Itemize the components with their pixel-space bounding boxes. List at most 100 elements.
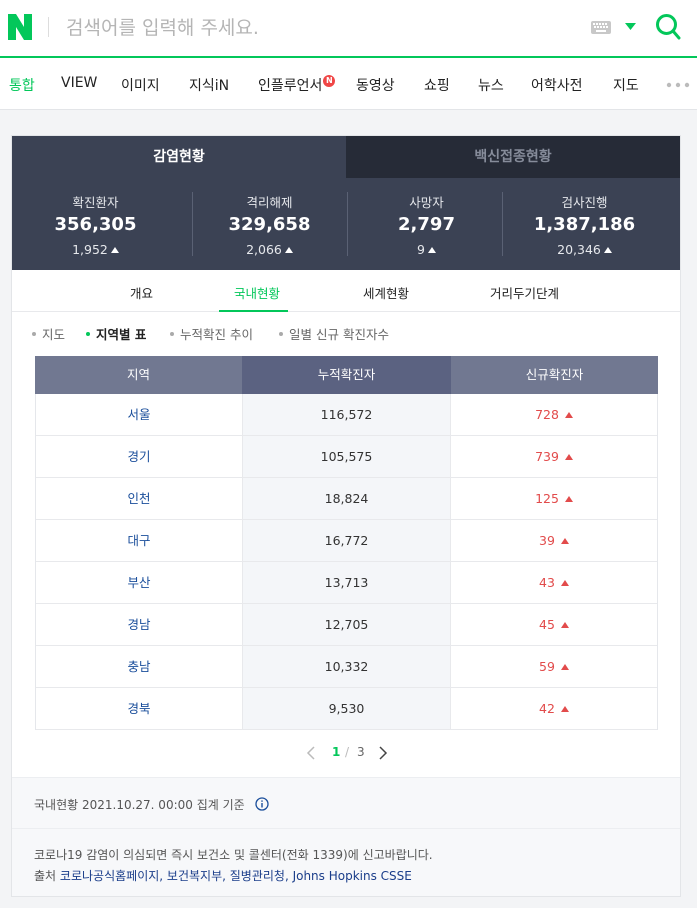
tab-vaccination-status[interactable]: 백신접종현황 <box>346 136 680 178</box>
filter-label: 일별 신규 확진자수 <box>289 327 389 342</box>
stat-change-value: 1,952 <box>72 242 108 257</box>
stat-value: 329,658 <box>228 214 311 235</box>
stat-value: 1,387,186 <box>533 214 636 235</box>
up-arrow-icon <box>110 247 119 253</box>
cumulative-cell: 12,705 <box>242 604 451 645</box>
up-arrow-icon <box>564 496 573 502</box>
tab-shopping[interactable]: 쇼핑 <box>424 75 450 95</box>
tab-influencer[interactable]: 인플루언서 N <box>258 75 336 95</box>
new-cases-value: 739 <box>535 449 559 464</box>
stat-label: 격리해제 <box>246 195 293 210</box>
region-cell[interactable]: 경기 <box>36 436 242 477</box>
tab-all[interactable]: 통합 <box>9 75 35 95</box>
new-cases-value: 125 <box>535 491 559 506</box>
chevron-right-icon[interactable] <box>378 746 388 760</box>
up-arrow-icon <box>560 580 569 586</box>
cumulative-cell: 18,824 <box>242 478 451 519</box>
up-arrow-icon <box>564 412 573 418</box>
more-icon[interactable] <box>666 82 690 88</box>
new-cases-value: 59 <box>539 659 555 674</box>
subtab-overview[interactable]: 개요 <box>130 283 153 302</box>
search-tabs: 통합 VIEW 이미지 지식iN 인플루언서 N 동영상 쇼핑 뉴스 어학사전 지… <box>0 58 697 110</box>
filter-map[interactable]: 지도 <box>32 324 65 343</box>
region-cell[interactable]: 인천 <box>36 478 242 519</box>
table-row: 충남 10,332 59 <box>36 646 657 688</box>
new-badge: N <box>323 75 336 87</box>
filter-region-table[interactable]: 지역별 표 <box>86 324 146 343</box>
active-tab-underline <box>219 310 288 312</box>
region-cell[interactable]: 경북 <box>36 688 242 729</box>
column-header-new: 신규확진자 <box>451 356 658 394</box>
stat-deaths: 사망자 2,797 9 <box>343 178 510 270</box>
region-cell[interactable]: 부산 <box>36 562 242 603</box>
new-cases-value: 45 <box>539 617 555 632</box>
tab-dictionary[interactable]: 어학사전 <box>531 75 583 95</box>
stat-value: 2,797 <box>398 214 455 235</box>
tab-view[interactable]: VIEW <box>61 75 97 91</box>
up-arrow-icon <box>427 247 436 253</box>
new-cases-value: 39 <box>539 533 555 548</box>
subtab-domestic[interactable]: 국내현황 <box>234 283 280 302</box>
tab-images[interactable]: 이미지 <box>121 75 160 95</box>
subtab-distancing[interactable]: 거리두기단계 <box>490 283 559 302</box>
region-cell[interactable]: 경남 <box>36 604 242 645</box>
chevron-left-icon[interactable] <box>306 746 316 760</box>
table-row: 서울 116,572 728 <box>36 394 657 436</box>
subtab-world[interactable]: 세계현황 <box>363 283 409 302</box>
new-cases-cell: 59 <box>451 646 657 687</box>
tab-knowledge-in[interactable]: 지식iN <box>189 75 229 95</box>
cumulative-cell: 16,772 <box>242 520 451 561</box>
tab-infection-status[interactable]: 감염현황 <box>12 136 346 178</box>
tab-map[interactable]: 지도 <box>613 75 639 95</box>
stat-label: 확진환자 <box>72 195 119 210</box>
sub-tabs: 개요 국내현황 세계현황 거리두기단계 <box>12 270 680 312</box>
filter-daily-new[interactable]: 일별 신규 확진자수 <box>279 324 389 343</box>
stat-label: 검사진행 <box>561 195 608 210</box>
keyboard-icon[interactable] <box>591 21 611 34</box>
up-arrow-icon <box>560 664 569 670</box>
source-prefix: 출처 <box>34 869 57 883</box>
table-row: 대구 16,772 39 <box>36 520 657 562</box>
info-icon[interactable] <box>255 797 269 811</box>
filter-label: 누적확진 추이 <box>180 327 253 342</box>
stat-label: 사망자 <box>409 195 444 210</box>
logo-divider <box>48 17 49 37</box>
filter-label: 지도 <box>42 327 66 342</box>
table-body: 서울 116,572 728 경기 105,575 739 인천 18,824 … <box>35 394 658 730</box>
cumulative-cell: 10,332 <box>242 646 451 687</box>
table-row: 경기 105,575 739 <box>36 436 657 478</box>
search-icon[interactable] <box>655 13 681 41</box>
table-header: 지역 누적확진자 신규확진자 <box>35 356 658 394</box>
new-cases-value: 728 <box>535 407 559 422</box>
new-cases-value: 42 <box>539 701 555 716</box>
tab-influencer-label: 인플루언서 <box>258 78 323 94</box>
search-input[interactable] <box>66 14 546 42</box>
stat-change: 1,952 <box>12 242 179 257</box>
region-cell[interactable]: 서울 <box>36 394 242 435</box>
tab-news[interactable]: 뉴스 <box>478 75 504 95</box>
new-cases-cell: 42 <box>451 688 657 729</box>
region-cell[interactable]: 충남 <box>36 646 242 687</box>
filter-cumulative-trend[interactable]: 누적확진 추이 <box>170 324 253 343</box>
stat-change: 20,346 <box>501 242 668 257</box>
autocomplete-dropdown-icon[interactable] <box>625 23 636 30</box>
cumulative-cell: 13,713 <box>242 562 451 603</box>
stat-change: 2,066 <box>186 242 353 257</box>
stat-confirmed: 확진환자 356,305 1,952 <box>12 178 179 270</box>
current-page: 1 <box>332 745 341 759</box>
search-header <box>0 0 697 58</box>
up-arrow-icon <box>603 247 612 253</box>
up-arrow-icon <box>560 706 569 712</box>
source-links[interactable]: 코로나공식홈페이지, 보건복지부, 질병관리청, Johns Hopkins C… <box>60 869 412 883</box>
region-cell[interactable]: 대구 <box>36 520 242 561</box>
up-arrow-icon <box>560 622 569 628</box>
update-timestamp: 국내현황 2021.10.27. 00:00 집계 기준 <box>34 798 245 812</box>
bullet-icon <box>86 332 90 336</box>
stat-change-value: 20,346 <box>557 242 601 257</box>
tab-video[interactable]: 동영상 <box>356 75 395 95</box>
notice-area: 코로나19 감염이 의심되면 즉시 보건소 및 콜센터(전화 1339)에 신고… <box>12 829 680 896</box>
stat-released: 격리해제 329,658 2,066 <box>186 178 353 270</box>
region-table: 지역 누적확진자 신규확진자 서울 116,572 728 경기 105,575… <box>35 356 658 730</box>
new-cases-cell: 739 <box>451 436 657 477</box>
naver-logo[interactable] <box>8 14 32 40</box>
